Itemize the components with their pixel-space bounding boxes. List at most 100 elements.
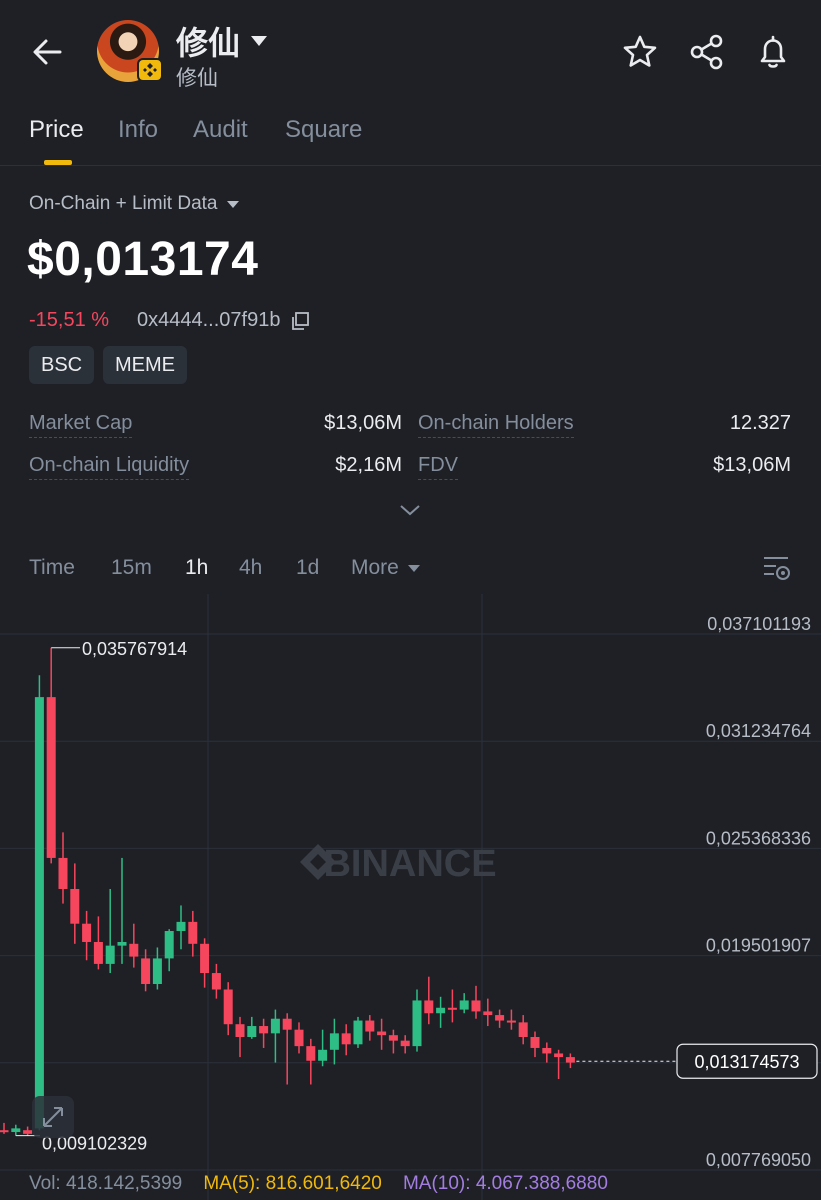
candle-body xyxy=(495,1015,505,1021)
contract-address[interactable]: 0x4444...07f91b xyxy=(137,309,310,332)
y-tick-label: 0,007769050 xyxy=(706,1150,811,1170)
high-price-label: 0,035767914 xyxy=(82,639,187,659)
chart-settings-icon xyxy=(764,557,790,580)
candle-body xyxy=(82,923,92,942)
arrow-left-icon xyxy=(33,39,62,65)
watermark-text: BINANCE xyxy=(323,843,496,885)
token-name: 修仙 xyxy=(176,25,241,61)
liquidity-label[interactable]: On-chain Liquidity xyxy=(29,454,190,480)
candle-body xyxy=(259,1026,269,1034)
volume-indicator: Vol: 418.142,5399 xyxy=(29,1173,183,1194)
tag-chain[interactable]: BSC xyxy=(29,346,95,384)
favorite-button[interactable] xyxy=(620,32,660,72)
last-price-label: 0,013174573 xyxy=(694,1052,799,1072)
candle-body xyxy=(294,1029,304,1047)
copy-icon[interactable] xyxy=(290,311,310,331)
candle-body xyxy=(58,857,68,889)
candle-body xyxy=(282,1018,292,1030)
bell-icon xyxy=(760,35,786,68)
candle-body xyxy=(459,1000,469,1010)
candle-body xyxy=(0,1130,9,1133)
candle-body xyxy=(353,1020,363,1045)
chart-settings-button[interactable] xyxy=(762,553,792,588)
candle-body xyxy=(306,1046,316,1061)
indicator-legend: Vol: 418.142,5399 MA(5): 816.601,6420 MA… xyxy=(29,1173,608,1195)
interval-1h[interactable]: 1h xyxy=(185,556,208,580)
holders-label[interactable]: On-chain Holders xyxy=(418,412,574,438)
expand-stats-button[interactable] xyxy=(398,502,422,518)
interval-time[interactable]: Time xyxy=(29,556,75,580)
price-change: -15,51 % xyxy=(29,309,110,331)
candle-body xyxy=(211,973,221,990)
candle-body xyxy=(542,1047,552,1054)
candle-body xyxy=(223,989,233,1025)
y-tick-label: 0,031234764 xyxy=(706,721,811,741)
interval-1d[interactable]: 1d xyxy=(296,556,319,580)
candle-body xyxy=(270,1018,280,1034)
candle-body xyxy=(506,1020,516,1023)
candle-body xyxy=(176,921,186,932)
candle-body xyxy=(129,943,139,957)
star-icon xyxy=(623,35,657,67)
caret-down-icon xyxy=(407,564,420,572)
candle-body xyxy=(152,958,162,985)
tabs-divider xyxy=(0,165,821,166)
candle-body xyxy=(318,1049,328,1061)
candle-body xyxy=(188,921,198,944)
y-tick-label: 0,037101193 xyxy=(707,614,811,634)
candle-body xyxy=(554,1053,564,1058)
liquidity-value: $2,16M xyxy=(335,454,402,476)
candle-body xyxy=(518,1022,528,1038)
tab-price[interactable]: Price xyxy=(29,116,84,144)
current-price: $0,013174 xyxy=(27,233,259,286)
candle-body xyxy=(105,945,115,964)
back-button[interactable] xyxy=(28,34,68,70)
candle-body xyxy=(200,943,210,974)
candle-body xyxy=(483,1011,493,1016)
candle-body xyxy=(565,1057,575,1063)
y-tick-label: 0,025368336 xyxy=(706,828,811,848)
share-icon xyxy=(690,34,723,70)
candle-body xyxy=(46,697,56,858)
candle-body xyxy=(365,1020,375,1032)
candle-body xyxy=(329,1033,339,1050)
y-tick-label: 0,019501907 xyxy=(706,936,811,956)
candle-body xyxy=(377,1031,387,1036)
interval-more-label: More xyxy=(351,556,399,579)
caret-down-icon xyxy=(251,36,268,46)
market-cap-value: $13,06M xyxy=(324,412,402,434)
candle-body xyxy=(11,1128,21,1133)
contract-address-text: 0x4444...07f91b xyxy=(137,309,281,331)
tab-square[interactable]: Square xyxy=(285,116,362,144)
candle-body xyxy=(412,1000,422,1047)
candle-body xyxy=(164,931,174,959)
alert-button[interactable] xyxy=(753,32,793,72)
data-source-label: On-Chain + Limit Data xyxy=(29,193,218,214)
tab-audit[interactable]: Audit xyxy=(193,116,248,144)
caret-down-icon xyxy=(226,200,239,208)
candle-body xyxy=(388,1035,398,1041)
candle-body xyxy=(447,1007,457,1010)
candle-body xyxy=(341,1033,351,1045)
candle-body xyxy=(93,941,103,964)
bnb-chain-badge-icon xyxy=(137,58,163,82)
tab-info[interactable]: Info xyxy=(118,116,158,144)
candle-body xyxy=(34,697,44,1129)
interval-more[interactable]: More xyxy=(351,556,421,580)
candle-body xyxy=(117,941,127,946)
market-cap-label[interactable]: Market Cap xyxy=(29,412,133,438)
interval-4h[interactable]: 4h xyxy=(239,556,262,580)
candle-body xyxy=(424,1000,434,1014)
candle-body xyxy=(141,958,151,985)
candle-body xyxy=(70,888,80,924)
candle-body xyxy=(23,1130,33,1134)
candlestick-chart[interactable]: BINANCE 0,037101193 0,031234764 0,025368336… xyxy=(0,594,821,1200)
interval-15m[interactable]: 15m xyxy=(111,556,152,580)
share-button[interactable] xyxy=(687,32,727,72)
candle-body xyxy=(235,1024,245,1038)
token-avatar xyxy=(97,20,163,82)
token-title[interactable]: 修仙 xyxy=(176,18,268,64)
fdv-label[interactable]: FDV xyxy=(418,454,458,480)
data-source-selector[interactable]: On-Chain + Limit Data xyxy=(29,193,240,215)
tag-category[interactable]: MEME xyxy=(103,346,187,384)
